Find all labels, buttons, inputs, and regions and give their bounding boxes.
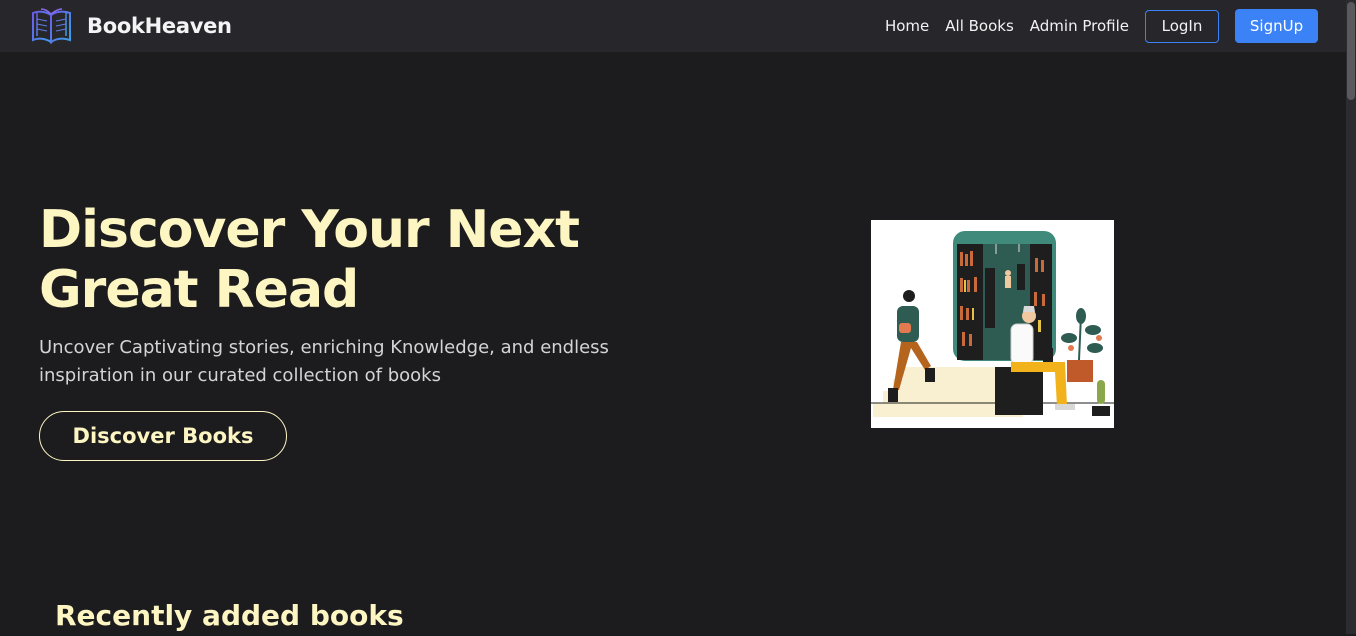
login-button[interactable]: LogIn [1145, 9, 1219, 43]
discover-books-button[interactable]: Discover Books [39, 411, 287, 461]
top-navbar: BookHeaven Home All Books Admin Profile … [0, 0, 1346, 52]
nav-link-all-books[interactable]: All Books [945, 17, 1014, 35]
reading-people-illustration [871, 220, 1114, 428]
recently-added-heading: Recently added books [55, 599, 404, 632]
open-book-icon [32, 8, 71, 44]
nav-link-home[interactable]: Home [885, 17, 929, 35]
hero-subtitle-line-1: Uncover Captivating stories, enriching K… [39, 337, 609, 358]
brand[interactable]: BookHeaven [30, 7, 232, 45]
scrollbar-thumb[interactable] [1347, 2, 1355, 100]
signup-button[interactable]: SignUp [1235, 9, 1318, 43]
hero-title: Discover Your Next Great Read [39, 200, 679, 320]
hero-subtitle-line-2: inspiration in our curated collection of… [39, 365, 441, 386]
hero-title-line-2: Great Read [39, 260, 359, 320]
nav-link-admin-profile[interactable]: Admin Profile [1030, 17, 1129, 35]
illustration-graphic [871, 231, 1114, 417]
page-scrollbar[interactable] [1346, 0, 1356, 634]
hero-subtitle: Uncover Captivating stories, enriching K… [39, 334, 619, 390]
hero-title-line-1: Discover Your Next [39, 200, 580, 260]
brand-name: BookHeaven [87, 14, 232, 38]
nav-menu: Home All Books Admin Profile LogIn SignU… [885, 9, 1318, 43]
